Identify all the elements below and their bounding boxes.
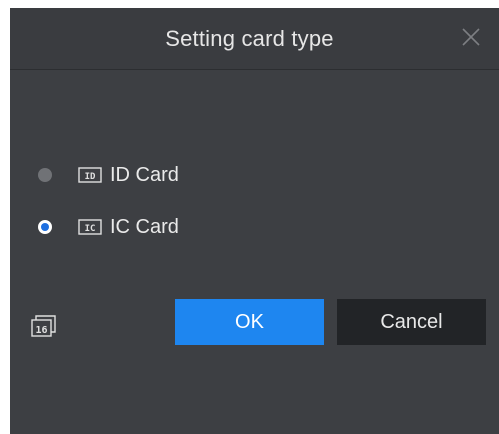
radio-option-id-card[interactable]: ID ID Card bbox=[38, 160, 179, 190]
radio-option-ic-card[interactable]: IC IC Card bbox=[38, 212, 179, 242]
radio-button-ic-card[interactable] bbox=[38, 220, 52, 234]
ok-button[interactable]: OK bbox=[175, 299, 324, 345]
id-card-label: ID Card bbox=[110, 163, 179, 186]
setting-card-type-dialog: Setting card type ID ID Card IC IC Card … bbox=[10, 8, 499, 434]
close-button[interactable] bbox=[458, 24, 484, 50]
close-icon bbox=[462, 28, 480, 46]
id-card-icon: ID bbox=[78, 167, 102, 183]
card-16-icon[interactable]: 16 bbox=[31, 314, 57, 338]
dialog-title: Setting card type bbox=[165, 26, 334, 51]
radio-button-id-card[interactable] bbox=[38, 168, 52, 182]
ic-card-icon: IC bbox=[78, 219, 102, 235]
ic-card-label: IC Card bbox=[110, 215, 179, 238]
dialog-title-bar: Setting card type bbox=[10, 8, 499, 70]
svg-text:IC: IC bbox=[85, 224, 96, 234]
svg-text:ID: ID bbox=[85, 172, 96, 182]
svg-text:16: 16 bbox=[35, 325, 47, 336]
cancel-button[interactable]: Cancel bbox=[337, 299, 486, 345]
